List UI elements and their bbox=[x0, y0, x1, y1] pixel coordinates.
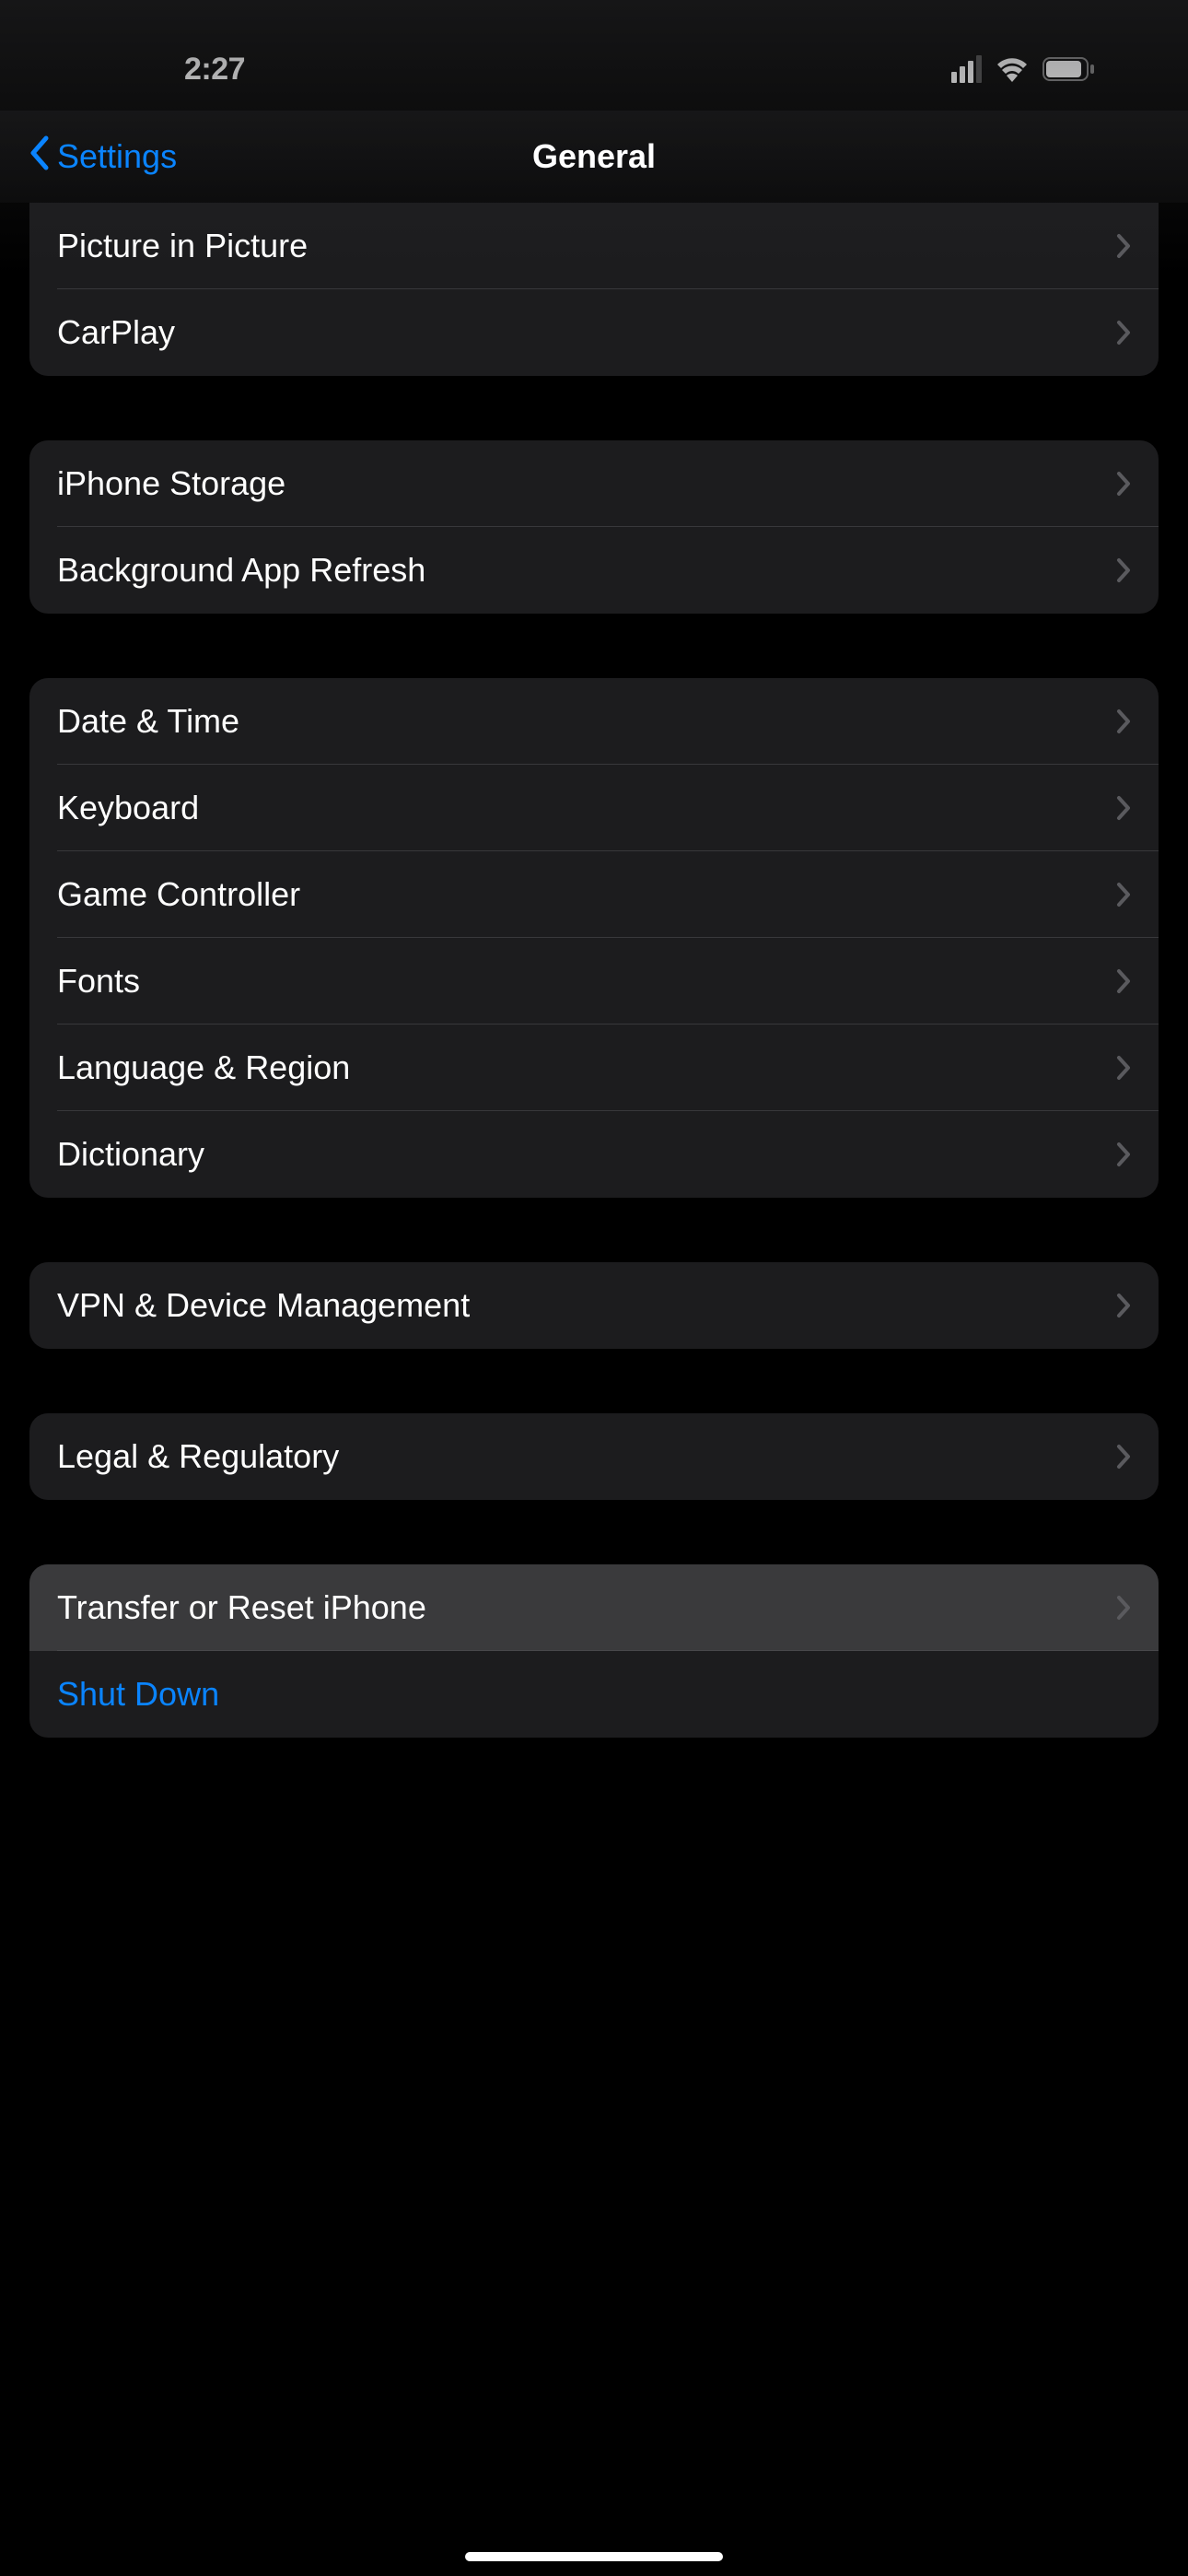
wifi-icon bbox=[995, 56, 1030, 82]
row-label: Legal & Regulatory bbox=[57, 1437, 339, 1476]
settings-group: Transfer or Reset iPhone Shut Down bbox=[29, 1564, 1159, 1738]
chevron-right-icon bbox=[1116, 557, 1131, 583]
status-bar: 2:27 bbox=[0, 0, 1188, 111]
content: Picture in Picture CarPlay iPhone Storag… bbox=[0, 203, 1188, 1738]
chevron-right-icon bbox=[1116, 968, 1131, 994]
settings-group: iPhone Storage Background App Refresh bbox=[29, 440, 1159, 614]
row-background-app-refresh[interactable]: Background App Refresh bbox=[29, 527, 1159, 614]
row-language-region[interactable]: Language & Region bbox=[29, 1025, 1159, 1111]
row-label: Language & Region bbox=[57, 1048, 350, 1087]
row-label: Date & Time bbox=[57, 702, 239, 741]
chevron-right-icon bbox=[1116, 1142, 1131, 1167]
row-shut-down[interactable]: Shut Down bbox=[29, 1651, 1159, 1738]
settings-group: Date & Time Keyboard Game Controller Fon… bbox=[29, 678, 1159, 1198]
row-label: Fonts bbox=[57, 962, 140, 1001]
status-indicators bbox=[951, 55, 1096, 83]
row-label: CarPlay bbox=[57, 313, 175, 352]
navigation-bar: Settings General bbox=[0, 111, 1188, 203]
back-button[interactable]: Settings bbox=[28, 135, 177, 180]
chevron-right-icon bbox=[1116, 320, 1131, 345]
status-time: 2:27 bbox=[184, 52, 245, 88]
home-indicator[interactable] bbox=[465, 2552, 723, 2561]
battery-icon bbox=[1042, 56, 1096, 82]
cellular-signal-icon bbox=[951, 55, 982, 83]
chevron-right-icon bbox=[1116, 1444, 1131, 1469]
row-label: Picture in Picture bbox=[57, 227, 308, 265]
chevron-right-icon bbox=[1116, 1293, 1131, 1318]
row-dictionary[interactable]: Dictionary bbox=[29, 1111, 1159, 1198]
row-vpn-device-management[interactable]: VPN & Device Management bbox=[29, 1262, 1159, 1349]
row-iphone-storage[interactable]: iPhone Storage bbox=[29, 440, 1159, 527]
chevron-left-icon bbox=[28, 135, 50, 180]
row-date-time[interactable]: Date & Time bbox=[29, 678, 1159, 765]
settings-group: VPN & Device Management bbox=[29, 1262, 1159, 1349]
chevron-right-icon bbox=[1116, 882, 1131, 907]
chevron-right-icon bbox=[1116, 471, 1131, 497]
row-label: Dictionary bbox=[57, 1135, 204, 1174]
chevron-right-icon bbox=[1116, 708, 1131, 734]
row-fonts[interactable]: Fonts bbox=[29, 938, 1159, 1025]
row-transfer-or-reset-iphone[interactable]: Transfer or Reset iPhone bbox=[29, 1564, 1159, 1651]
row-label: Background App Refresh bbox=[57, 551, 425, 590]
row-carplay[interactable]: CarPlay bbox=[29, 289, 1159, 376]
row-label: Shut Down bbox=[57, 1675, 219, 1714]
row-label: Keyboard bbox=[57, 789, 199, 827]
page-title: General bbox=[532, 137, 656, 176]
chevron-right-icon bbox=[1116, 1055, 1131, 1081]
settings-group: Picture in Picture CarPlay bbox=[29, 203, 1159, 376]
chevron-right-icon bbox=[1116, 1595, 1131, 1621]
row-keyboard[interactable]: Keyboard bbox=[29, 765, 1159, 851]
row-picture-in-picture[interactable]: Picture in Picture bbox=[29, 203, 1159, 289]
row-label: VPN & Device Management bbox=[57, 1286, 470, 1325]
row-label: iPhone Storage bbox=[57, 464, 285, 503]
chevron-right-icon bbox=[1116, 795, 1131, 821]
row-legal-regulatory[interactable]: Legal & Regulatory bbox=[29, 1413, 1159, 1500]
settings-group: Legal & Regulatory bbox=[29, 1413, 1159, 1500]
chevron-right-icon bbox=[1116, 233, 1131, 259]
row-game-controller[interactable]: Game Controller bbox=[29, 851, 1159, 938]
row-label: Game Controller bbox=[57, 875, 300, 914]
back-label: Settings bbox=[57, 137, 177, 176]
row-label: Transfer or Reset iPhone bbox=[57, 1588, 426, 1627]
